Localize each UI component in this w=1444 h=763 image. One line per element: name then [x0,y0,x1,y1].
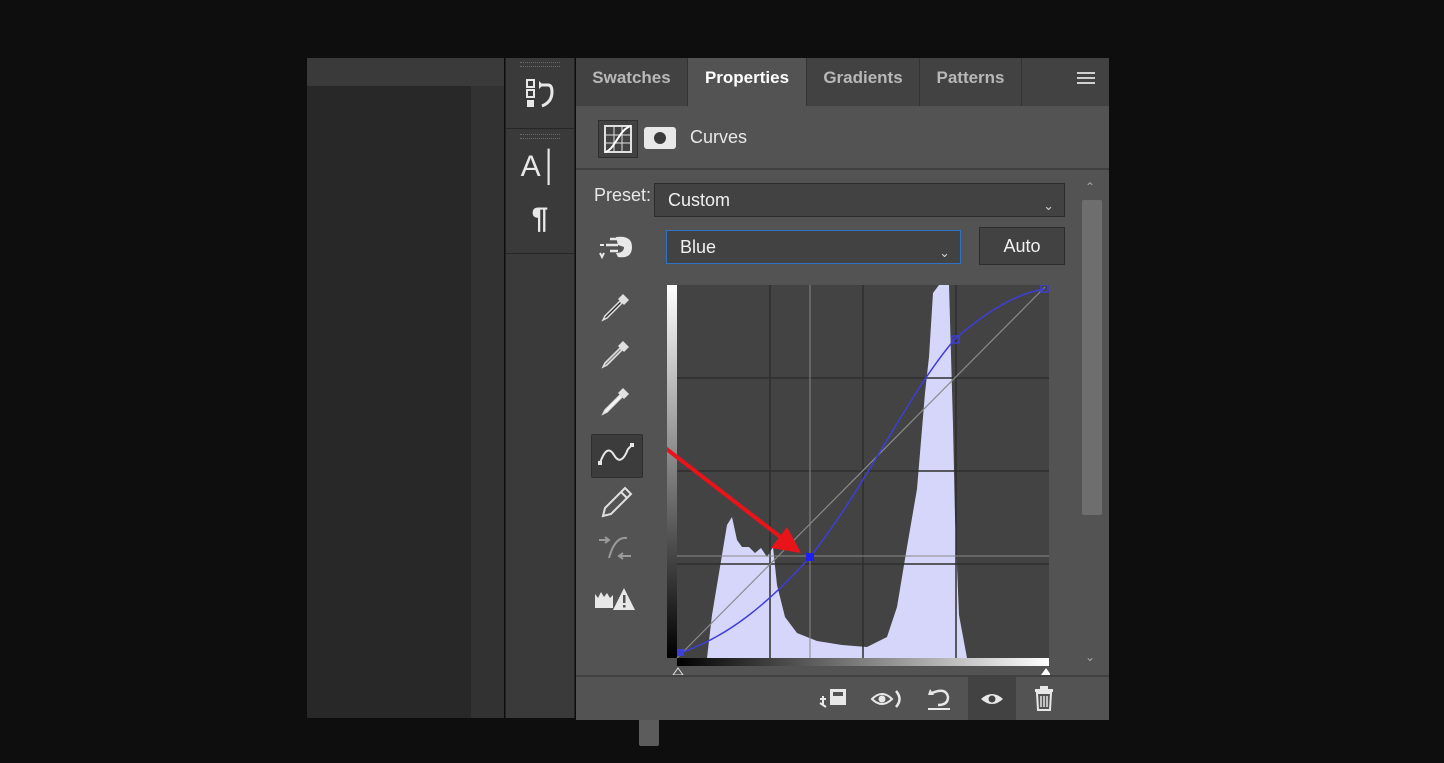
paragraph-icon[interactable]: ¶ [506,202,574,236]
auto-button[interactable]: Auto [979,227,1065,265]
properties-scroll-thumb[interactable] [1082,200,1102,515]
preset-label: Preset: [594,185,652,205]
curve-point-selected[interactable] [806,553,814,561]
chevron-down-icon: ⌄ [1043,198,1054,213]
reset-icon[interactable] [918,677,960,720]
history-icon[interactable] [506,76,574,117]
panel-menu-icon[interactable] [1077,72,1095,88]
smooth-curve-icon[interactable] [591,528,641,570]
panel-tool-strip: A│ ¶ [505,58,575,718]
left-scrollbar[interactable]: ⌃ [471,86,659,746]
adjustment-footer [576,675,1109,720]
strip-divider [506,128,574,129]
on-image-adjust-icon[interactable] [598,233,636,268]
properties-scrollbar[interactable]: ⌃ ⌄ [1078,174,1102,674]
white-point-slider-icon[interactable] [1041,668,1050,675]
adjustment-title: Curves [690,127,748,147]
curves-graph[interactable] [667,285,1050,675]
draw-pencil-icon[interactable] [591,480,641,522]
properties-panel: Swatches Properties Gradients Patterns C… [576,58,1109,720]
preset-dropdown[interactable]: Custom ⌄ [654,183,1065,217]
character-icon[interactable]: A│ [506,150,574,184]
layer-mask-icon[interactable] [644,127,676,149]
delete-adjustment-icon[interactable] [1024,677,1064,720]
black-point-eyedropper-icon[interactable] [591,286,641,328]
channel-value: Blue [680,237,717,257]
edit-points-curve-icon[interactable] [591,434,643,478]
strip-divider [506,253,574,254]
chevron-down-icon: ⌄ [939,245,950,260]
tab-swatches[interactable]: Swatches [576,58,688,106]
output-gradient-bar [667,285,677,658]
tab-patterns[interactable]: Patterns [920,58,1022,106]
tab-properties[interactable]: Properties [688,58,807,106]
clipping-warning-icon[interactable] [591,578,641,620]
preset-value: Custom [668,190,731,210]
gray-point-eyedropper-icon[interactable] [591,333,641,375]
input-gradient-bar [677,658,1049,666]
scroll-up-icon[interactable]: ⌃ [1078,180,1102,194]
white-point-eyedropper-icon[interactable] [591,380,641,422]
tab-gradients[interactable]: Gradients [807,58,920,106]
clip-to-layer-icon[interactable] [814,677,856,720]
left-panel: ⌃ [307,58,659,746]
curves-adjustment-icon[interactable] [598,120,638,158]
toggle-visibility-icon[interactable] [968,677,1016,720]
black-point-slider-icon[interactable] [672,667,684,675]
left-panel-header [307,58,504,86]
channel-dropdown[interactable]: Blue ⌄ [666,230,961,264]
scroll-down-icon[interactable]: ⌄ [1078,650,1102,664]
strip-grip[interactable] [520,62,560,67]
curve-point-black[interactable] [677,649,684,656]
view-previous-state-icon[interactable] [866,677,908,720]
panel-tab-bar: Swatches Properties Gradients Patterns [576,58,1109,106]
strip-grip[interactable] [520,134,560,139]
